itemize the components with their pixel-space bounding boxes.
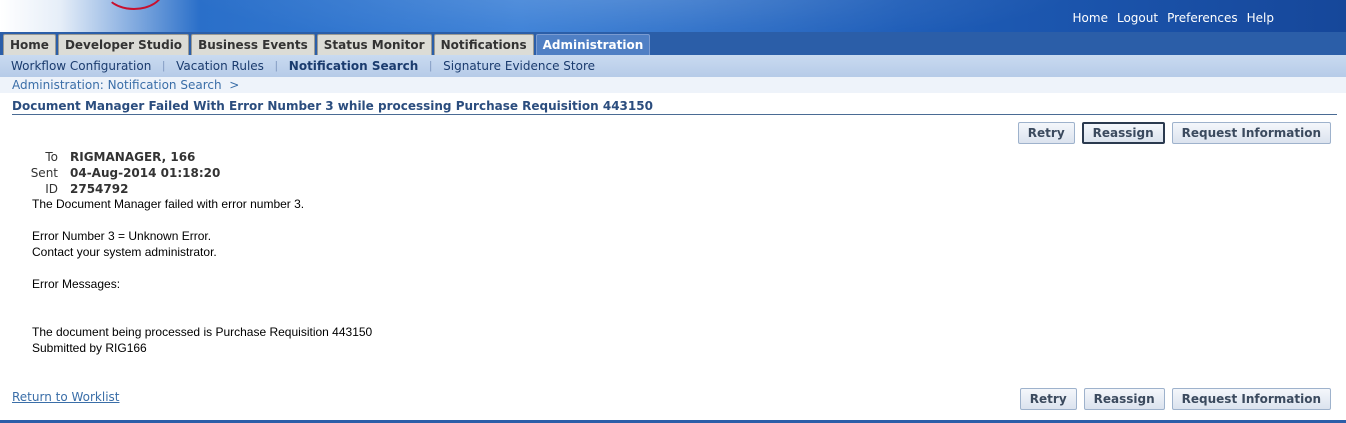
message-line: Error Number 3 = Unknown Error.: [32, 229, 212, 243]
tab-developer-studio[interactable]: Developer Studio: [57, 34, 190, 55]
page-title: Document Manager Failed With Error Numbe…: [12, 99, 653, 113]
sub-navigation: Workflow Configuration | Vacation Rules …: [0, 55, 1346, 77]
subnav-signature-evidence-store[interactable]: Signature Evidence Store: [432, 59, 606, 73]
to-label: To: [45, 150, 58, 164]
retry-button[interactable]: Retry: [1017, 122, 1075, 144]
subnav-notification-search[interactable]: Notification Search: [278, 59, 430, 73]
sent-row: Sent 04-Aug-2014 01:18:20: [28, 165, 221, 181]
action-buttons-bottom: Retry Reassign Request Information: [1019, 388, 1331, 410]
tab-bar: Home Developer Studio Business Events St…: [0, 32, 1346, 55]
message-line: The document being processed is Purchase…: [32, 325, 373, 339]
action-buttons-top: Retry Reassign Request Information: [1017, 122, 1331, 144]
return-to-worklist-link[interactable]: Return to Worklist: [12, 390, 120, 404]
brand-swirl-graphic: [180, 0, 1080, 34]
to-value: RIGMANAGER, 166: [70, 150, 196, 164]
sent-value: 04-Aug-2014 01:18:20: [70, 166, 221, 180]
branding-bar: Home Logout Preferences Help: [0, 0, 1346, 34]
reassign-button[interactable]: Reassign: [1081, 122, 1165, 144]
brand-logo-icon: [104, 0, 164, 10]
subnav-vacation-rules[interactable]: Vacation Rules: [165, 59, 275, 73]
tab-administration[interactable]: Administration: [535, 34, 651, 55]
global-link-help[interactable]: Help: [1247, 11, 1274, 25]
global-link-preferences[interactable]: Preferences: [1167, 11, 1238, 25]
retry-button[interactable]: Retry: [1019, 388, 1077, 410]
breadcrumb[interactable]: Administration: Notification Search >: [12, 78, 239, 92]
title-divider: [12, 114, 1337, 115]
reassign-button[interactable]: Reassign: [1083, 388, 1165, 410]
tab-notifications[interactable]: Notifications: [433, 34, 534, 55]
message-line: Error Messages:: [32, 277, 121, 291]
notification-header: To RIGMANAGER, 166 Sent 04-Aug-2014 01:1…: [28, 149, 221, 197]
global-links: Home Logout Preferences Help: [1073, 11, 1274, 25]
to-row: To RIGMANAGER, 166: [28, 149, 220, 165]
request-information-button[interactable]: Request Information: [1171, 122, 1331, 144]
message-line: Submitted by RIG166: [32, 341, 147, 355]
global-link-home[interactable]: Home: [1073, 11, 1108, 25]
id-row: ID 2754792: [28, 181, 220, 197]
message-line: Contact your system administrator.: [32, 245, 217, 259]
request-information-button[interactable]: Request Information: [1171, 388, 1331, 410]
sent-label: Sent: [30, 166, 58, 180]
tab-home[interactable]: Home: [3, 34, 56, 55]
message-line: The Document Manager failed with error n…: [32, 197, 305, 211]
global-link-logout[interactable]: Logout: [1117, 11, 1158, 25]
tab-status-monitor[interactable]: Status Monitor: [316, 34, 432, 55]
subnav-workflow-configuration[interactable]: Workflow Configuration: [0, 59, 162, 73]
id-value: 2754792: [70, 182, 129, 196]
tab-business-events[interactable]: Business Events: [191, 34, 315, 55]
id-label: ID: [45, 182, 58, 196]
